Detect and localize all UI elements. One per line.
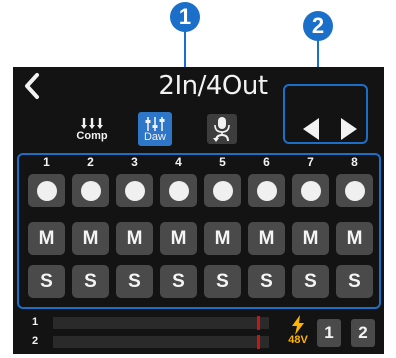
meter-peak-marker-1	[257, 316, 260, 330]
previous-page-icon[interactable]	[299, 115, 323, 143]
meter-label-2: 2	[32, 335, 39, 347]
record-button[interactable]	[204, 174, 241, 207]
meter-peak-marker-2	[257, 335, 260, 349]
mute-button[interactable]: M	[72, 222, 109, 255]
mode-comp-label: Comp	[76, 129, 108, 142]
mode-daw-button[interactable]: Daw	[138, 112, 172, 146]
record-dot-icon	[300, 180, 321, 201]
mute-button[interactable]: M	[28, 222, 65, 255]
level-meter-2	[53, 336, 269, 348]
record-button[interactable]	[160, 174, 197, 207]
mute-button[interactable]: M	[248, 222, 285, 255]
record-button[interactable]	[72, 174, 109, 207]
input-1-button[interactable]: 1	[317, 319, 341, 347]
mode-daw-label: Daw	[143, 130, 166, 143]
solo-button[interactable]: S	[336, 265, 373, 298]
record-dot-icon	[256, 180, 277, 201]
record-dot-icon	[36, 180, 57, 201]
channel-number: 1	[43, 155, 50, 169]
solo-button[interactable]: S	[292, 265, 329, 298]
record-button[interactable]	[116, 174, 153, 207]
lightning-icon	[292, 315, 304, 335]
input-2-button[interactable]: 2	[351, 319, 375, 347]
record-dot-icon	[168, 180, 189, 201]
page-title: 2In/4Out	[158, 71, 268, 101]
channel-number: 4	[175, 155, 182, 169]
callout-1: 1	[170, 2, 200, 32]
record-button[interactable]	[292, 174, 329, 207]
loopback-mic-icon	[207, 114, 237, 144]
meter-label-1: 1	[32, 316, 39, 328]
solo-button[interactable]: S	[28, 265, 65, 298]
channel-number: 8	[351, 155, 358, 169]
solo-button[interactable]: S	[248, 265, 285, 298]
record-button[interactable]	[28, 174, 65, 207]
channel-number: 7	[307, 155, 314, 169]
solo-button[interactable]: S	[204, 265, 241, 298]
mute-button[interactable]: M	[160, 222, 197, 255]
mode-comp-button[interactable]: Comp	[75, 112, 109, 146]
next-page-icon[interactable]	[337, 115, 361, 143]
mute-button[interactable]: M	[204, 222, 241, 255]
channel-number: 6	[263, 155, 270, 169]
back-chevron-icon[interactable]	[21, 72, 43, 100]
mode-loopback-button[interactable]	[205, 112, 239, 146]
mute-button[interactable]: M	[116, 222, 153, 255]
daw-mixer-icon	[145, 116, 165, 131]
callout-2: 2	[303, 11, 333, 41]
solo-button[interactable]: S	[116, 265, 153, 298]
level-meter-1	[53, 317, 269, 329]
solo-button[interactable]: S	[160, 265, 197, 298]
channel-number: 5	[219, 155, 226, 169]
mute-button[interactable]: M	[292, 222, 329, 255]
phantom-power-button[interactable]: 48V	[285, 315, 311, 351]
record-dot-icon	[344, 180, 365, 201]
manual-figure: 1 2 2In/4Out Comp Daw 1 2 3 4 5 6 7 8 M …	[0, 0, 396, 358]
channel-number: 2	[87, 155, 94, 169]
record-button[interactable]	[248, 174, 285, 207]
device-screen: 2In/4Out Comp Daw 1 2 3 4 5 6 7 8 M M M …	[13, 67, 384, 354]
record-button[interactable]	[336, 174, 373, 207]
phantom-power-label: 48V	[288, 334, 308, 346]
solo-button[interactable]: S	[72, 265, 109, 298]
record-dot-icon	[124, 180, 145, 201]
record-dot-icon	[212, 180, 233, 201]
mute-button[interactable]: M	[336, 222, 373, 255]
record-dot-icon	[80, 180, 101, 201]
compressor-icon	[81, 117, 103, 129]
channel-number: 3	[131, 155, 138, 169]
